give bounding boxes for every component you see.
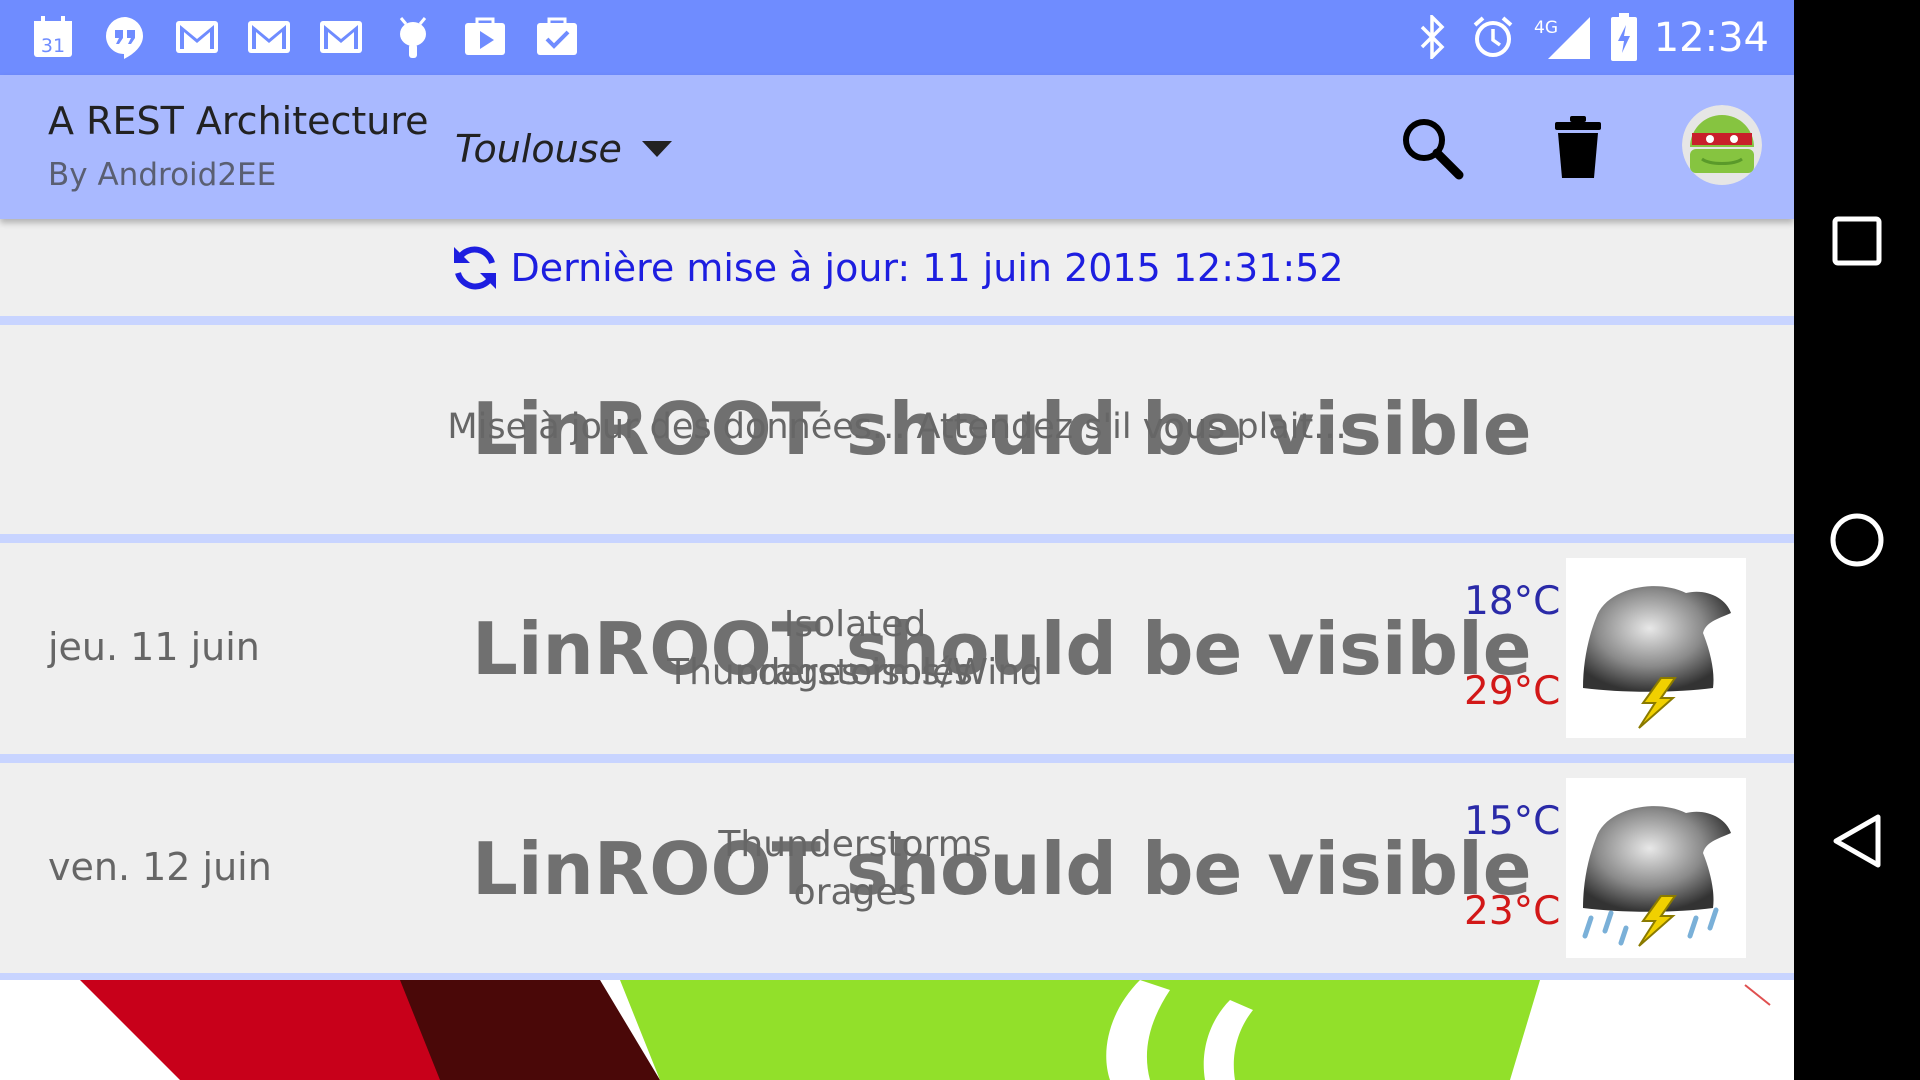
forecast-desc-fr: orages [793,872,917,913]
app-subtitle: By Android2EE [48,157,277,193]
forecast-day: jeu. 11 juin [48,625,260,669]
thunderstorm-icon [1566,558,1746,738]
calendar-icon: 31 [30,14,76,60]
city-spinner-label: Toulouse [455,127,622,171]
forecast-row[interactable]: jeu. 11 juin LinROOT should be visible I… [0,543,1794,754]
divider [0,754,1794,763]
forecast-temp-max: 29°C [1464,669,1561,714]
forecast-day: ven. 12 juin [48,845,272,889]
city-spinner[interactable]: Toulouse [455,119,672,179]
forecast-row[interactable]: ven. 12 juin LinROOT should be visible T… [0,763,1794,973]
gmail-icon [174,14,220,60]
navigation-bar [1794,0,1920,1080]
gmail-icon [246,14,292,60]
android-debug-icon [390,14,436,60]
hangouts-icon [102,14,148,60]
divider [0,316,1794,325]
gmail-icon [318,14,364,60]
android-avatar-icon [1682,105,1762,185]
forecast-desc-en: Thunderstorms [718,824,992,865]
home-button[interactable] [1822,505,1892,575]
action-bar: A REST Architecture By Android2EE Toulou… [0,75,1794,219]
forecast-temp-max: 23°C [1464,889,1561,934]
forecast-temp-min: 18°C [1464,579,1561,624]
network-label: 4G [1534,18,1558,38]
loading-section: LinROOT should be visible Mise à jour de… [0,325,1794,534]
forecast-temp-min: 15°C [1464,799,1561,844]
last-update-row[interactable]: Dernière mise à jour: 11 juin 2015 12:31… [0,219,1794,316]
last-update-text: Dernière mise à jour: 11 juin 2015 12:31… [510,245,1344,290]
app-screen: 31 4G 12:34 A REST Architecture By Andro… [0,0,1794,1080]
status-bar: 31 4G 12:34 [0,0,1794,75]
loading-message: Mise à jour des données... Attendez s'il… [447,407,1347,447]
home-icon [1830,513,1884,567]
avatar[interactable] [1682,105,1762,185]
back-icon [1833,814,1881,868]
back-button[interactable] [1822,806,1892,876]
forecast-desc-fr: orages isolés [737,652,973,693]
search-button[interactable] [1394,110,1470,186]
bluetooth-icon [1410,14,1456,60]
battery-charging-icon [1606,13,1642,61]
status-time: 12:34 [1653,15,1769,61]
background-android-art [0,980,1794,1080]
alarm-icon [1470,14,1516,60]
delete-button[interactable] [1540,110,1616,186]
store-update-icon [534,14,580,60]
calendar-day: 31 [41,35,65,57]
refresh-icon [454,246,497,289]
divider [0,534,1794,543]
search-icon [1403,119,1464,180]
signal-icon: 4G [1532,14,1592,60]
play-store-icon [462,14,508,60]
app-title: A REST Architecture [48,99,429,143]
trash-icon [1555,116,1601,178]
dropdown-arrow-icon [641,141,672,157]
thunderstorm-rain-icon [1566,778,1746,958]
recents-button[interactable] [1822,206,1892,276]
recents-icon [1832,216,1882,266]
